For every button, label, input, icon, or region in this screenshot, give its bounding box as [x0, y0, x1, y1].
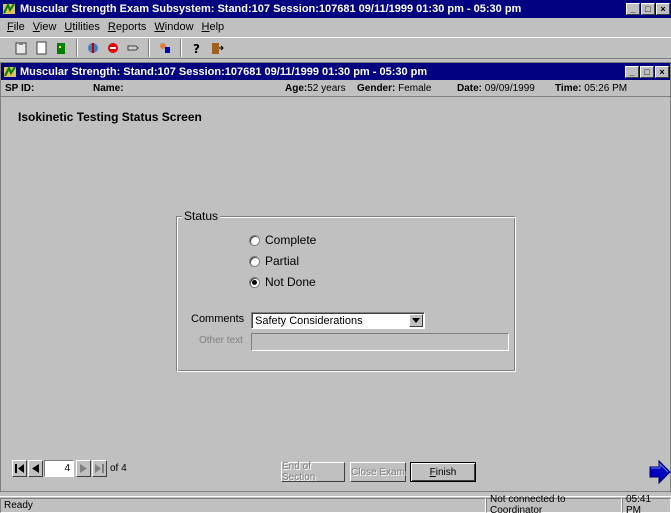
radio-partial-circle[interactable]: [249, 255, 260, 267]
finish-button[interactable]: Finish: [410, 462, 476, 482]
toolbar-separator: [76, 39, 78, 57]
date-field: Date: 09/09/1999: [457, 82, 535, 94]
menu-file[interactable]: File: [3, 21, 29, 33]
child-close-button[interactable]: ×: [655, 65, 669, 78]
minimize-button[interactable]: _: [626, 3, 640, 15]
comments-label: Comments: [191, 313, 245, 325]
child-maximize-button[interactable]: □: [640, 65, 654, 78]
time-field: Time: 05:26 PM: [555, 82, 628, 94]
time-value: 05:26 PM: [584, 82, 628, 94]
pointer-icon[interactable]: [124, 39, 142, 57]
close-exam-button[interactable]: Close Exam: [350, 462, 406, 482]
participant-info-bar: SP ID: Name: Age:52 years Gender: Female…: [1, 80, 670, 97]
tools-icon[interactable]: [84, 39, 102, 57]
child-minimize-button[interactable]: _: [625, 65, 639, 78]
first-record-button[interactable]: [12, 460, 27, 477]
toolbar-separator: [148, 39, 150, 57]
next-screen-arrow-icon[interactable]: [646, 459, 671, 485]
last-record-button[interactable]: [92, 460, 107, 477]
child-title-bar: Muscular Strength: Stand:107 Session:107…: [1, 63, 670, 80]
exit-door-icon[interactable]: [52, 39, 70, 57]
door-exit-icon[interactable]: [208, 39, 226, 57]
toolbar-separator: [180, 39, 182, 57]
radio-complete-label: Complete: [265, 233, 317, 247]
radio-complete[interactable]: Complete: [249, 233, 316, 247]
comments-selected-value: Safety Considerations: [255, 314, 363, 327]
page-number-field[interactable]: 4: [44, 460, 74, 477]
radio-not-done-circle[interactable]: [249, 276, 260, 288]
menu-reports[interactable]: Reports: [104, 21, 151, 33]
status-group-label: Status: [182, 209, 221, 223]
child-app-icon: [3, 65, 17, 79]
new-page-icon[interactable]: [32, 39, 50, 57]
menu-help[interactable]: Help: [198, 21, 229, 33]
menu-utilities[interactable]: Utilities: [60, 21, 103, 33]
people-icon[interactable]: [156, 39, 174, 57]
menu-bar: File View Utilities Reports Window Help: [0, 18, 671, 36]
app-title: Muscular Strength Exam Subsystem: Stand:…: [20, 3, 522, 15]
gender-value: Female: [398, 82, 432, 94]
menu-window[interactable]: Window: [150, 21, 197, 33]
toolbar: ?: [0, 37, 671, 59]
prev-record-button[interactable]: [28, 460, 43, 477]
radio-not-done-label: Not Done: [265, 275, 316, 289]
date-value: 09/09/1999: [484, 82, 535, 94]
menu-view[interactable]: View: [29, 21, 61, 33]
status-bar: Ready Not connected to Coordinator 05:41…: [0, 494, 671, 513]
status-clock: 05:41 PM: [622, 494, 671, 513]
clipboard-icon[interactable]: [12, 39, 30, 57]
page-count: of 4: [110, 463, 127, 474]
other-text-label: Other text: [199, 335, 243, 346]
chevron-down-icon[interactable]: [409, 314, 423, 327]
next-record-button[interactable]: [76, 460, 91, 477]
radio-not-done[interactable]: Not Done: [249, 275, 316, 289]
status-group: Status Complete Partial Not Done Comment…: [176, 209, 516, 372]
svg-text:?: ?: [193, 42, 200, 55]
child-title: Muscular Strength: Stand:107 Session:107…: [20, 65, 428, 78]
other-text-field[interactable]: [251, 333, 509, 351]
stop-sign-icon[interactable]: [104, 39, 122, 57]
app-title-bar: Muscular Strength Exam Subsystem: Stand:…: [0, 0, 671, 18]
record-navigator: 4 of 4: [12, 460, 127, 477]
radio-partial-label: Partial: [265, 254, 300, 268]
radio-partial[interactable]: Partial: [249, 254, 299, 268]
help-icon[interactable]: ?: [188, 39, 206, 57]
app-icon: [2, 2, 16, 16]
sp-id-label: SP ID:: [5, 82, 35, 94]
end-of-section-button[interactable]: End of Section: [281, 461, 345, 483]
radio-complete-circle[interactable]: [249, 234, 260, 246]
age-value: 52 years: [307, 82, 346, 94]
connection-status: Not connected to Coordinator: [486, 494, 622, 513]
name-label: Name:: [93, 82, 124, 94]
comments-dropdown[interactable]: Safety Considerations: [251, 312, 425, 329]
close-button[interactable]: ×: [656, 3, 670, 15]
gender-field: Gender: Female: [357, 82, 432, 94]
page-title: Isokinetic Testing Status Screen: [18, 110, 202, 124]
maximize-button[interactable]: □: [641, 3, 655, 15]
status-ready: Ready: [0, 497, 486, 513]
age-field: Age:52 years: [285, 82, 346, 94]
